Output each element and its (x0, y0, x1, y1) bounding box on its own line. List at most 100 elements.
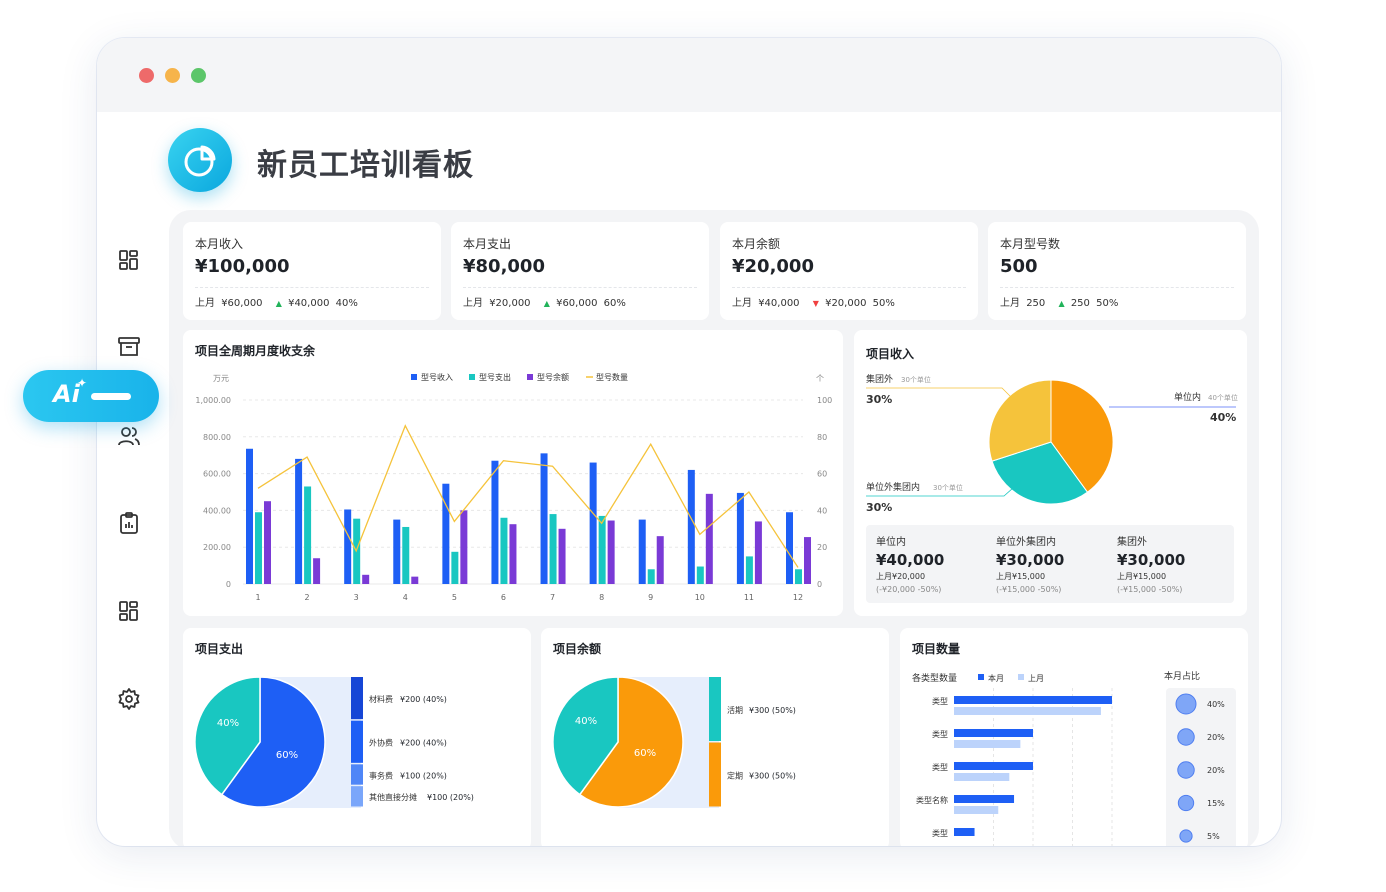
y-tick-label: 600.00 (203, 470, 231, 479)
share-bubble (1177, 794, 1195, 812)
legend-label: 型号收入 (421, 372, 453, 382)
category-label: 类型 (932, 729, 948, 739)
page-title: 新员工培训看板 (257, 148, 474, 183)
share-bubble (1177, 761, 1195, 779)
breakdown-value: ¥200 (40%) (400, 739, 447, 748)
x-tick-label: 10 (695, 593, 705, 602)
slice-note: 30个单位 (901, 375, 931, 384)
ai-assistant-button[interactable]: Ai ✦ (23, 370, 159, 422)
archive-icon[interactable] (117, 335, 141, 359)
trend-up-icon: ▲ (1058, 299, 1065, 308)
bar-型号支出 (451, 551, 459, 584)
count-chart-card: 项目数量 各类型数量 本月 上月 类型 类型 类型 类型名称 类型 本月占比 40% 20% 20% 1… (900, 628, 1248, 846)
kpi-value: ¥20,000 (732, 256, 814, 277)
category-label: 类型 (932, 762, 948, 772)
legend-label: 上月 (1028, 674, 1044, 683)
bar-型号支出 (402, 526, 410, 584)
slice-pct: 30% (866, 501, 892, 514)
users-icon[interactable] (117, 424, 141, 448)
legend-label: 型号支出 (479, 372, 511, 382)
x-tick-label: 12 (793, 593, 803, 602)
kpi-footer: 上月 ¥40,000 ▼ ¥20,000 50% (732, 294, 898, 309)
delta-pct: 60% (603, 298, 626, 309)
bar-型号余额 (558, 528, 566, 584)
x-tick-label: 1 (255, 593, 260, 602)
kpi-value: 500 (1000, 256, 1038, 277)
bar-型号余额 (509, 524, 517, 584)
y2-axis-unit: 个 (816, 374, 824, 383)
slice-name: 集团外 (866, 373, 893, 385)
close-window-dot[interactable] (139, 68, 154, 83)
summary-value: ¥30,000 (1117, 551, 1186, 569)
bar-型号支出 (745, 556, 753, 584)
bar-上月 (954, 740, 1021, 748)
category-label: 类型 (932, 828, 948, 838)
balance-pie-chart: 60% 40% 活期 ¥300 (50%) 定期 ¥300 (50%) (552, 676, 796, 808)
income-chart-card: 项目收入 单位内 40个单位 40% 集团外 30个单位 30% 单位外集团内 30个单位 30… (854, 330, 1247, 616)
bar-型号收入 (540, 453, 548, 584)
kpi-card-balance: 本月余额 ¥20,000 上月 ¥40,000 ▼ ¥20,000 50% (720, 222, 978, 320)
slice-pct: 60% (276, 750, 298, 761)
delta-pct: 40% (335, 298, 358, 309)
summary-prev: 上月¥15,000 (1117, 572, 1167, 581)
summary-delta: (-¥20,000 -50%) (876, 585, 942, 594)
legend-label: 型号数量 (596, 372, 628, 382)
bar-型号支出 (647, 569, 655, 584)
slice-pct: 40% (1210, 411, 1236, 424)
x-tick-label: 6 (501, 593, 506, 602)
chart-subtitle: 各类型数量 (912, 672, 957, 684)
summary-col: 单位外集团内 ¥30,000 上月¥15,000 (-¥15,000 -50%) (996, 533, 1116, 594)
prev-label: 上月 (1000, 298, 1020, 309)
legend-swatch (469, 374, 475, 380)
summary-value: ¥30,000 (996, 551, 1065, 569)
breakdown-value: ¥300 (50%) (749, 771, 796, 780)
income-summary: 单位内 ¥40,000 上月¥20,000 (-¥20,000 -50%) 单位… (866, 525, 1234, 603)
bar-型号支出 (549, 514, 557, 584)
dashboard-icon[interactable] (117, 599, 141, 623)
kpi-value: ¥80,000 (463, 256, 545, 277)
summary-label: 集团外 (1117, 537, 1147, 548)
prev-value: ¥40,000 (758, 298, 800, 309)
summary-col: 单位内 ¥40,000 上月¥20,000 (-¥20,000 -50%) (876, 533, 996, 594)
minimize-window-dot[interactable] (165, 68, 180, 83)
divider (732, 287, 966, 288)
sparkle-icon: ✦ (77, 376, 88, 390)
bar-型号余额 (804, 537, 811, 584)
delta-value: 250 (1070, 298, 1090, 309)
kpi-card-models: 本月型号数 500 上月 250 ▲ 250 50% (988, 222, 1246, 320)
breakdown-bar (351, 786, 363, 807)
gear-icon[interactable] (117, 687, 141, 711)
x-tick-label: 7 (550, 593, 555, 602)
breakdown-name: 外协费 (369, 738, 393, 748)
bar-型号支出 (500, 517, 508, 584)
dashboard-icon[interactable] (117, 248, 141, 272)
y2-tick-label: 20 (817, 543, 827, 552)
kpi-label: 本月余额 (732, 237, 781, 251)
prev-label: 上月 (463, 298, 483, 309)
maximize-window-dot[interactable] (191, 68, 206, 83)
kpi-card-expense: 本月支出 ¥80,000 上月 ¥20,000 ▲ ¥60,000 60% (451, 222, 709, 320)
toggle-bar-icon (91, 393, 131, 400)
breakdown-name: 定期 (727, 770, 743, 780)
slice-pct: 40% (217, 718, 239, 729)
ai-label: Ai (53, 380, 80, 408)
kpi-footer: 上月 ¥20,000 ▲ ¥60,000 60% (463, 294, 629, 309)
breakdown-name: 其他直接分摊 (369, 792, 417, 802)
bar-型号收入 (344, 509, 352, 584)
bar-型号收入 (491, 460, 499, 584)
bar-型号支出 (696, 566, 704, 584)
breakdown-bar (709, 677, 721, 741)
bar-型号收入 (638, 519, 646, 584)
line-型号数量 (257, 424, 799, 568)
expense-chart-card: 项目支出 60% 40% 材料费 ¥200 (40%) 外协费 ¥200 (40%) 事务费… (183, 628, 531, 846)
clipboard-chart-icon[interactable] (117, 511, 141, 535)
kpi-label: 本月型号数 (1000, 237, 1061, 251)
summary-label: 单位内 (876, 537, 906, 548)
slice-pct: 30% (866, 393, 892, 406)
balance-chart-card: 项目余额 60% 40% 活期 ¥300 (50%) 定期 ¥300 (50%) (541, 628, 889, 846)
share-pct: 40% (1207, 700, 1225, 709)
x-tick-label: 2 (305, 593, 310, 602)
bar-型号余额 (264, 501, 271, 584)
kpi-card-income: 本月收入 ¥100,000 上月 ¥60,000 ▲ ¥40,000 40% (183, 222, 441, 320)
share-pct: 20% (1207, 733, 1225, 742)
